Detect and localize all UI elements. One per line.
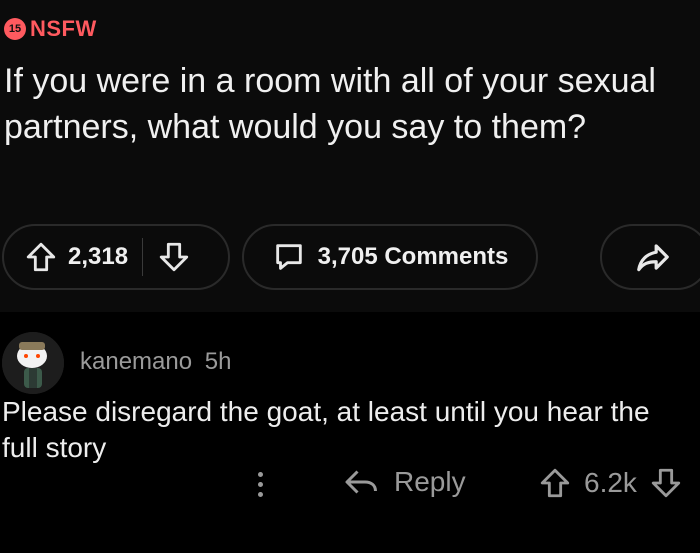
arrow-up-icon: [540, 468, 570, 498]
comment-age: 5h: [204, 348, 232, 375]
arrow-down-icon: [159, 242, 189, 272]
reply-label: Reply: [394, 466, 466, 497]
vote-bar: 2,318: [2, 224, 230, 290]
comment-body: Please disregard the goat, at least unti…: [2, 396, 650, 463]
arrow-up-icon: [26, 242, 56, 272]
comment: kanemano 5h Please disregard the goat, a…: [0, 312, 700, 553]
upvote-button[interactable]: [24, 240, 58, 274]
post-score: 2,318: [68, 243, 129, 270]
avatar[interactable]: [2, 332, 64, 394]
arrow-down-icon: [651, 468, 681, 498]
more-vertical-icon: [257, 471, 263, 477]
comment-author[interactable]: kanemano 5h: [80, 348, 231, 376]
downvote-button[interactable]: [157, 240, 191, 274]
post-title[interactable]: If you were in a room with all of your s…: [4, 58, 694, 150]
comments-count: 3,705 Comments: [317, 243, 509, 270]
share-arrow-icon: [634, 238, 672, 276]
nsfw-tag: 15 NSFW: [4, 16, 97, 42]
reply-button[interactable]: Reply: [344, 466, 466, 498]
share-button[interactable]: [600, 224, 700, 290]
nsfw-label: NSFW: [30, 16, 97, 41]
nsfw-count-badge: 15: [4, 18, 26, 40]
more-options-button[interactable]: [250, 464, 270, 504]
comments-button[interactable]: 3,705 Comments: [242, 224, 538, 290]
comment-score: 6.2k: [584, 467, 637, 498]
username[interactable]: kanemano: [80, 348, 192, 375]
vote-divider: [142, 238, 144, 276]
comment-vote: 6.2k: [538, 466, 683, 500]
comment-downvote-button[interactable]: [649, 466, 683, 500]
post-card: 15 NSFW If you were in a room with all o…: [0, 0, 700, 312]
reply-arrow-icon: [344, 467, 380, 497]
speech-bubble-icon: [272, 240, 306, 274]
comment-upvote-button[interactable]: [538, 466, 572, 500]
